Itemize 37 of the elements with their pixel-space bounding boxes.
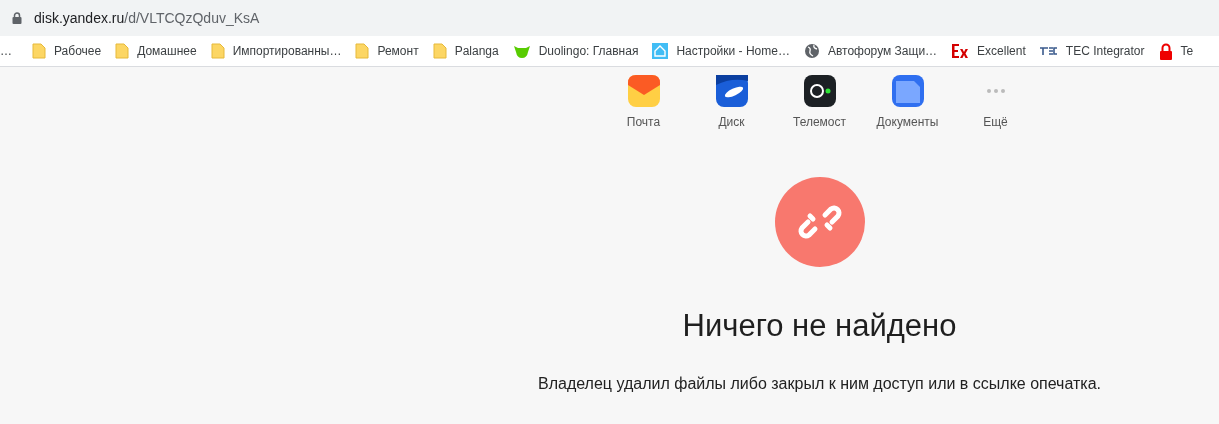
bookmark[interactable]: Ремонт (349, 42, 425, 60)
bookmark[interactable]: Duolingo: Главная (506, 42, 645, 60)
bookmark[interactable]: Импортированны… (204, 42, 348, 60)
document-icon (891, 75, 924, 107)
service-link[interactable]: Ещё (951, 75, 1040, 131)
house-icon (652, 43, 669, 59)
lock-icon (12, 12, 22, 24)
folder-icon (32, 43, 46, 59)
bookmark[interactable]: Te (1152, 42, 1200, 60)
ex-logo-icon (951, 42, 970, 60)
service-link[interactable]: Телемост (775, 75, 864, 131)
more-icon (986, 89, 1005, 93)
bookmark[interactable]: Автофорум Защи… (797, 42, 944, 60)
service-link[interactable]: Почта (599, 75, 688, 131)
globe-icon (803, 43, 820, 59)
bookmark[interactable]: Домашнее (109, 42, 203, 60)
bookmark[interactable]: Excellent (945, 42, 1032, 60)
error-message: Владелец удалил файлы либо закрыл к ним доступ или в ссылке опечатка. (538, 373, 1101, 394)
bookmark[interactable]: Palanga (426, 42, 505, 60)
camera-icon (803, 75, 836, 107)
bookmark[interactable]: TEC Integrator (1033, 42, 1151, 60)
error-title: Ничего не найдено (682, 307, 957, 345)
folder-icon (115, 43, 130, 59)
bookmark[interactable]: … (0, 42, 12, 60)
bookmark[interactable]: Настройки - Home… (646, 42, 796, 60)
envelope-icon (627, 75, 660, 107)
service-link[interactable]: Документы (863, 75, 952, 131)
url-text: disk.yandex.ru/d/VLTCQzQduv_KsA (34, 8, 260, 28)
broken-link-icon (774, 177, 865, 267)
folder-icon (432, 43, 447, 59)
folder-icon (355, 43, 370, 59)
bookmark[interactable]: Рабочее (26, 42, 108, 60)
tec-logo-icon (1039, 46, 1058, 56)
folder-icon (210, 43, 225, 59)
service-link[interactable]: Диск (687, 75, 776, 131)
lock-icon (1158, 42, 1173, 60)
address-bar[interactable]: disk.yandex.ru/d/VLTCQzQduv_KsA (12, 7, 260, 29)
